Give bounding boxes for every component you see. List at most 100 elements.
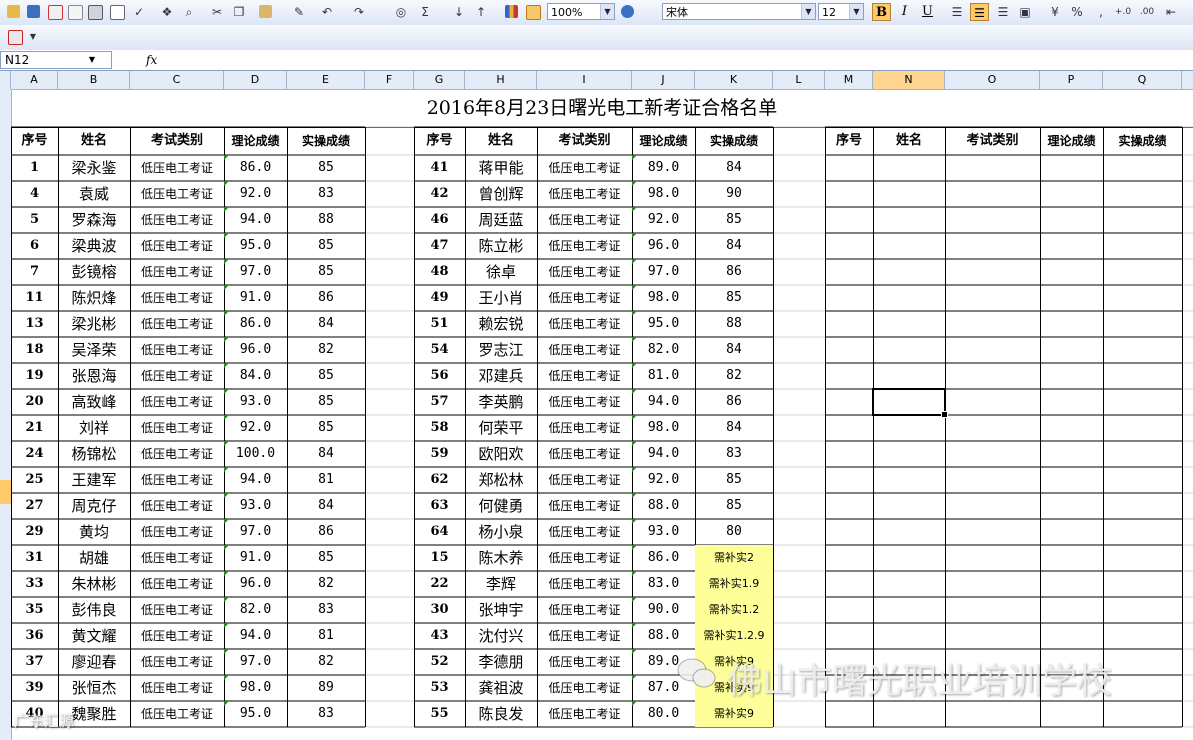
extra-name-cell[interactable]	[873, 571, 945, 597]
extra-practical-score-cell[interactable]	[1103, 181, 1182, 207]
left-seq-cell[interactable]: 21	[11, 415, 58, 441]
column-header-f[interactable]: F	[365, 71, 414, 89]
extra-header-theory-score[interactable]: 理论成绩	[1040, 127, 1103, 155]
extra-name-cell[interactable]	[873, 597, 945, 623]
right-exam-type-cell[interactable]: 低压电工考证	[537, 441, 632, 467]
column-header-n[interactable]: N	[873, 71, 945, 89]
left-theory-score-cell[interactable]: 92.0	[224, 181, 287, 207]
extra-exam-type-cell[interactable]	[945, 493, 1040, 519]
left-exam-type-cell[interactable]: 低压电工考证	[130, 207, 224, 233]
right-exam-type-cell[interactable]: 低压电工考证	[537, 285, 632, 311]
left-header-theory-score[interactable]: 理论成绩	[224, 127, 287, 155]
zoom-select[interactable]: 100% ▼	[547, 3, 615, 20]
right-practical-score-cell[interactable]: 88	[695, 311, 773, 337]
extra-seq-cell[interactable]	[825, 285, 873, 311]
right-seq-cell[interactable]: 46	[414, 207, 465, 233]
left-exam-type-cell[interactable]: 低压电工考证	[130, 597, 224, 623]
left-exam-type-cell[interactable]: 低压电工考证	[130, 545, 224, 571]
left-practical-score-cell[interactable]: 84	[287, 311, 365, 337]
percent-button[interactable]: %	[1068, 3, 1086, 21]
right-exam-type-cell[interactable]: 低压电工考证	[537, 155, 632, 181]
column-header-k[interactable]: K	[695, 71, 773, 89]
left-seq-cell[interactable]: 7	[11, 259, 58, 285]
research2-icon[interactable]: ⌕	[180, 3, 198, 21]
left-practical-score-cell[interactable]: 85	[287, 259, 365, 285]
permission-icon[interactable]	[46, 3, 64, 21]
left-practical-score-cell[interactable]: 83	[287, 181, 365, 207]
spelling-icon[interactable]: ✓	[130, 3, 148, 21]
column-header-e[interactable]: E	[287, 71, 365, 89]
extra-name-cell[interactable]	[873, 493, 945, 519]
extra-name-cell[interactable]	[873, 545, 945, 571]
left-exam-type-cell[interactable]: 低压电工考证	[130, 467, 224, 493]
help-icon[interactable]	[618, 3, 636, 21]
column-header-a[interactable]: A	[11, 71, 58, 89]
extra-name-cell[interactable]	[873, 467, 945, 493]
right-seq-cell[interactable]: 52	[414, 649, 465, 675]
left-header-name[interactable]: 姓名	[58, 127, 130, 155]
right-theory-score-cell[interactable]: 98.0	[632, 415, 695, 441]
extra-name-cell[interactable]	[873, 415, 945, 441]
extra-seq-cell[interactable]	[825, 363, 873, 389]
extra-exam-type-cell[interactable]	[945, 701, 1040, 727]
paste-icon[interactable]	[256, 3, 274, 21]
right-name-cell[interactable]: 何健勇	[465, 493, 537, 519]
extra-name-cell[interactable]	[873, 337, 945, 363]
right-seq-cell[interactable]: 49	[414, 285, 465, 311]
extra-seq-cell[interactable]	[825, 337, 873, 363]
column-header-m[interactable]: M	[825, 71, 873, 89]
extra-practical-score-cell[interactable]	[1103, 311, 1182, 337]
left-exam-type-cell[interactable]: 低压电工考证	[130, 363, 224, 389]
right-exam-type-cell[interactable]: 低压电工考证	[537, 649, 632, 675]
left-name-cell[interactable]: 吴泽荣	[58, 337, 130, 363]
right-exam-type-cell[interactable]: 低压电工考证	[537, 311, 632, 337]
extra-name-cell[interactable]	[873, 623, 945, 649]
extra-theory-score-cell[interactable]	[1040, 259, 1103, 285]
right-header-name[interactable]: 姓名	[465, 127, 537, 155]
open-icon[interactable]	[4, 3, 22, 21]
right-theory-score-cell[interactable]: 93.0	[632, 519, 695, 545]
right-theory-score-cell[interactable]: 92.0	[632, 467, 695, 493]
left-practical-score-cell[interactable]: 82	[287, 571, 365, 597]
right-theory-score-cell[interactable]: 96.0	[632, 233, 695, 259]
extra-theory-score-cell[interactable]	[1040, 441, 1103, 467]
extra-practical-score-cell[interactable]	[1103, 571, 1182, 597]
right-exam-type-cell[interactable]: 低压电工考证	[537, 701, 632, 727]
left-name-cell[interactable]: 梁兆彬	[58, 311, 130, 337]
right-practical-score-cell[interactable]: 90	[695, 181, 773, 207]
extra-seq-cell[interactable]	[825, 571, 873, 597]
left-exam-type-cell[interactable]: 低压电工考证	[130, 415, 224, 441]
extra-theory-score-cell[interactable]	[1040, 415, 1103, 441]
align-left-icon[interactable]: ☰	[948, 3, 966, 21]
extra-theory-score-cell[interactable]	[1040, 181, 1103, 207]
left-name-cell[interactable]: 罗森海	[58, 207, 130, 233]
column-header-i[interactable]: I	[537, 71, 632, 89]
left-theory-score-cell[interactable]: 94.0	[224, 207, 287, 233]
extra-header-seq[interactable]: 序号	[825, 127, 873, 155]
right-header-practical-score[interactable]: 实操成绩	[695, 127, 773, 155]
right-theory-score-cell[interactable]: 92.0	[632, 207, 695, 233]
left-theory-score-cell[interactable]: 86.0	[224, 311, 287, 337]
extra-practical-score-cell[interactable]	[1103, 597, 1182, 623]
left-name-cell[interactable]: 刘祥	[58, 415, 130, 441]
extra-practical-score-cell[interactable]	[1103, 545, 1182, 571]
column-header-g[interactable]: G	[414, 71, 465, 89]
extra-practical-score-cell[interactable]	[1103, 467, 1182, 493]
extra-practical-score-cell[interactable]	[1103, 259, 1182, 285]
right-header-theory-score[interactable]: 理论成绩	[632, 127, 695, 155]
right-seq-cell[interactable]: 51	[414, 311, 465, 337]
left-exam-type-cell[interactable]: 低压电工考证	[130, 233, 224, 259]
extra-practical-score-cell[interactable]	[1103, 441, 1182, 467]
right-practical-score-cell[interactable]: 84	[695, 155, 773, 181]
left-theory-score-cell[interactable]: 95.0	[224, 701, 287, 727]
right-theory-score-cell[interactable]: 98.0	[632, 181, 695, 207]
left-seq-cell[interactable]: 18	[11, 337, 58, 363]
right-practical-score-cell[interactable]: 86	[695, 259, 773, 285]
toolbar-options-icon[interactable]: ▼	[28, 28, 38, 46]
right-name-cell[interactable]: 赖宏锐	[465, 311, 537, 337]
right-practical-score-cell[interactable]: 需补实2	[695, 545, 773, 571]
right-name-cell[interactable]: 周廷蓝	[465, 207, 537, 233]
left-exam-type-cell[interactable]: 低压电工考证	[130, 285, 224, 311]
right-practical-score-cell[interactable]: 需补实1.9	[695, 571, 773, 597]
right-seq-cell[interactable]: 42	[414, 181, 465, 207]
